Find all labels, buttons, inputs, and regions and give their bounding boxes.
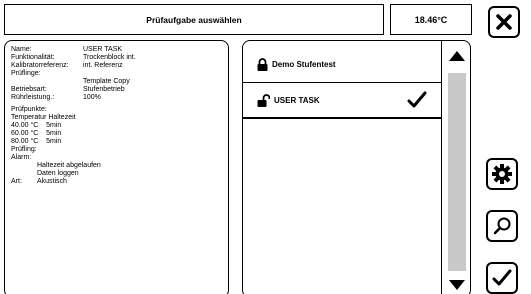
list-item-selected[interactable]: USER TASK: [243, 83, 441, 119]
test-point: 40.00 °C 5min: [11, 122, 62, 129]
detail-key: Rührleistung.:: [11, 94, 55, 101]
lock-closed-icon: [257, 58, 268, 71]
detail-reference-row: Kalibratorreferenz: int. Referenz: [11, 62, 222, 70]
detail-value: Stufenbetrieb: [83, 86, 125, 93]
detail-value: Akustisch: [37, 178, 67, 185]
checkmark-icon: [492, 269, 512, 286]
detail-value: Trockenblock int.: [83, 54, 136, 61]
checkmark-icon: [407, 91, 427, 111]
detail-value: Template Copy: [83, 78, 130, 85]
detail-value: int. Referenz: [83, 62, 123, 69]
task-details-panel: Name: USER TASK Funktionalität: Trockenb…: [4, 40, 229, 294]
task-list-panel: Demo Stufentest USER TASK: [242, 40, 471, 294]
detail-value: 100%: [83, 94, 101, 101]
test-point: 60.00 °C 5min: [11, 130, 62, 137]
page-title-text: Prüfaufgabe auswählen: [146, 14, 242, 25]
page-title: Prüfaufgabe auswählen: [4, 4, 384, 35]
triangle-down-icon: [449, 280, 465, 290]
list-item-label: Demo Stufentest: [272, 60, 336, 69]
dut-label: Prüfling:: [11, 146, 37, 153]
detail-key: Kalibratorreferenz:: [11, 62, 69, 69]
test-point: 80.00 °C 5min: [11, 138, 62, 145]
detail-key: Prüflinge:: [11, 70, 41, 77]
confirm-button[interactable]: [486, 262, 518, 294]
detail-dut-value-row: Template Copy: [11, 78, 222, 86]
list-scrollbar[interactable]: [441, 41, 470, 294]
close-icon: [496, 14, 512, 30]
detail-mode-row: Betriebsart: Stufenbetrieb: [11, 86, 222, 94]
detail-key: Art:: [11, 178, 22, 185]
close-button[interactable]: [488, 6, 520, 38]
detail-dut-row: Prüflinge:: [11, 70, 222, 78]
detail-name-row: Name: USER TASK: [11, 46, 222, 54]
scroll-up-button[interactable]: [442, 41, 470, 71]
alarm-line: Daten loggen: [37, 170, 79, 177]
alarm-label: Alarm:: [11, 154, 32, 161]
detail-key: Funktionalität:: [11, 54, 55, 61]
task-list: Demo Stufentest USER TASK: [243, 41, 441, 294]
temperature-value: 18.46°C: [414, 14, 448, 25]
lock-open-icon: [257, 93, 270, 107]
detail-stirring-row: Rührleistung.: 100%: [11, 94, 222, 102]
triangle-up-icon: [449, 51, 465, 61]
search-button[interactable]: [486, 210, 518, 242]
alarm-line: Haltezeit abgelaufen: [37, 162, 101, 169]
list-item[interactable]: Demo Stufentest: [243, 47, 441, 83]
test-points-title: Prüfpunkte:: [11, 106, 47, 113]
scroll-down-button[interactable]: [442, 271, 470, 294]
list-item-label: USER TASK: [274, 95, 320, 105]
detail-function-row: Funktionalität: Trockenblock int.: [11, 54, 222, 62]
detail-key: Name:: [11, 46, 32, 53]
settings-button[interactable]: [486, 158, 518, 190]
search-icon: [493, 217, 511, 235]
alarm-type-row: Art: Akustisch: [11, 178, 222, 186]
test-points-header: Temperatur Haltezeit: [11, 114, 76, 121]
detail-key: Betriebsart:: [11, 86, 47, 93]
gear-icon: [492, 164, 512, 184]
detail-value: USER TASK: [83, 46, 123, 53]
scroll-track[interactable]: [448, 73, 466, 271]
temperature-display: 18.46°C: [390, 4, 472, 35]
